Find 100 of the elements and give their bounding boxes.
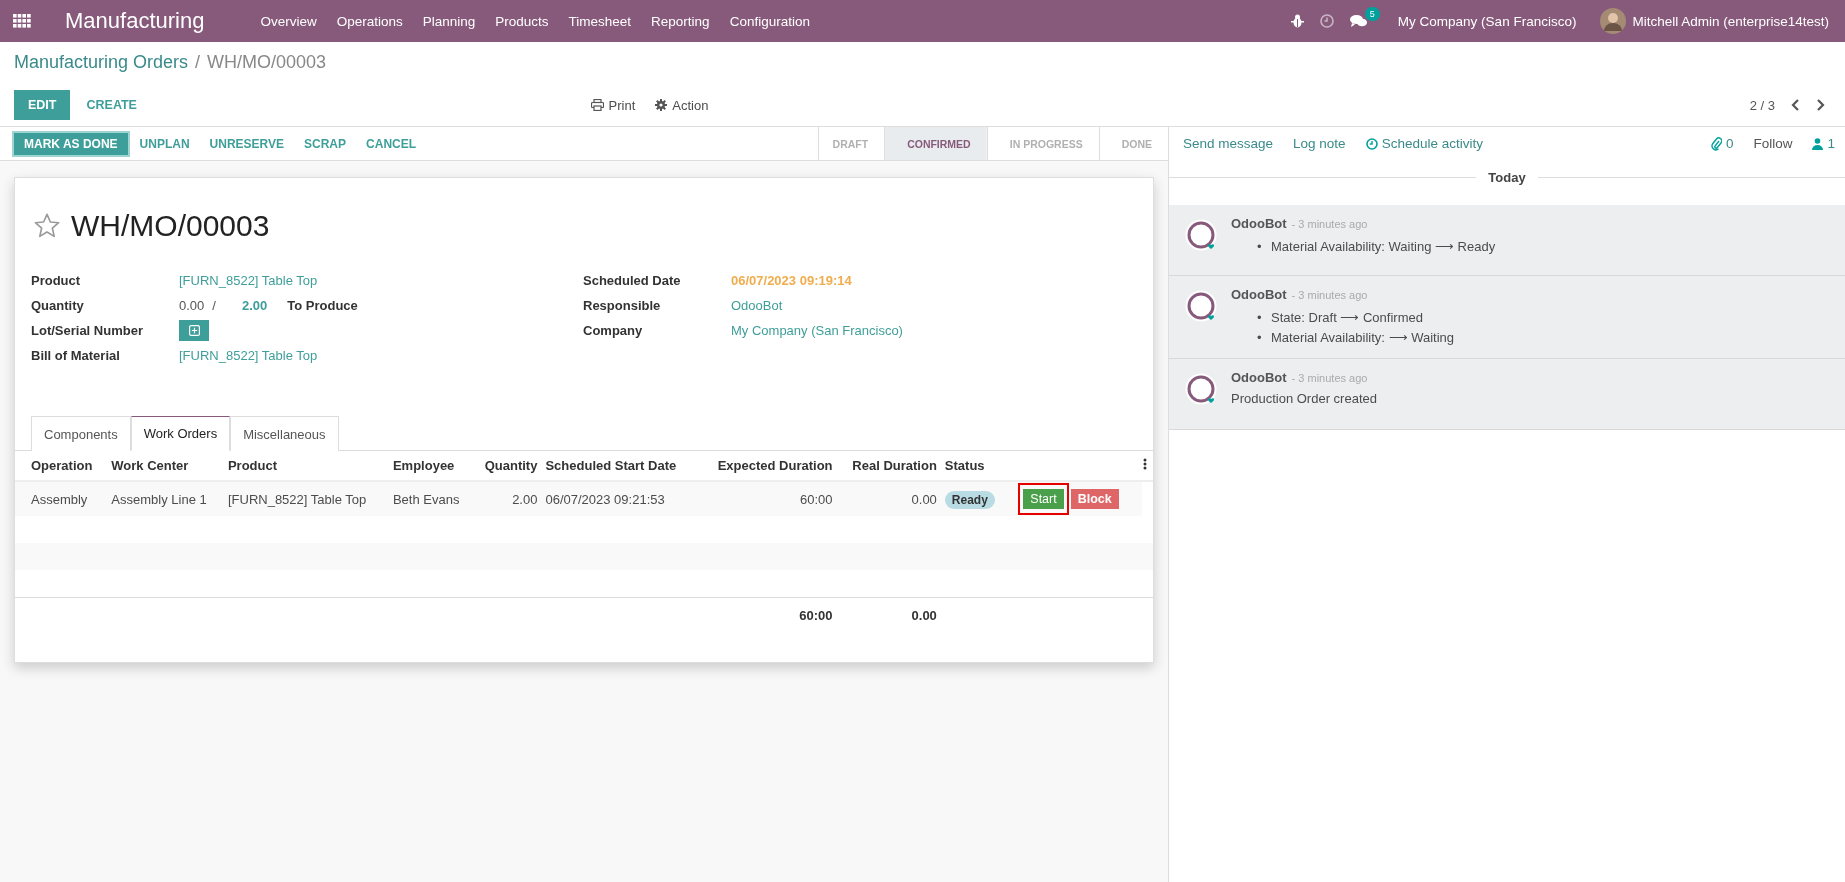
- attachments-button[interactable]: 0: [1710, 136, 1734, 151]
- field-label: Quantity: [31, 298, 85, 313]
- log-note-button[interactable]: Log note: [1293, 136, 1346, 151]
- table-cell: Assembly: [31, 491, 88, 507]
- notebook-tab[interactable]: Work Orders: [130, 416, 231, 451]
- table-cell: 0.00: [911, 491, 937, 507]
- edit-button[interactable]: EDIT: [14, 90, 71, 120]
- field-label: To Produce: [287, 298, 358, 313]
- nav-menu-item[interactable]: Products: [495, 13, 549, 29]
- field-value-link[interactable]: [FURN_8522] Table Top: [179, 348, 318, 363]
- chat-bubbles-icon[interactable]: [1349, 14, 1367, 28]
- send-message-button[interactable]: Send message: [1183, 136, 1274, 151]
- column-header[interactable]: Employee: [392, 458, 455, 473]
- gear-icon: [655, 99, 668, 111]
- mark-as-done-button[interactable]: MARK AS DONE: [12, 130, 130, 157]
- column-header[interactable]: Quantity: [484, 458, 538, 473]
- record-title: WH/MO/00003: [71, 209, 270, 243]
- table-cell: 06/07/2023 09:21:53: [545, 491, 665, 507]
- bot-avatar-icon: [1185, 290, 1219, 324]
- header-action-button[interactable]: SCRAP: [294, 130, 357, 157]
- block-button[interactable]: Block: [1070, 489, 1119, 509]
- header-action-button[interactable]: UNPLAN: [129, 130, 200, 157]
- quantity-produced: 0.00: [179, 298, 205, 313]
- paperclip-icon: [1710, 136, 1722, 151]
- table-cell: 60:00: [799, 491, 833, 507]
- user-avatar-icon[interactable]: [1600, 8, 1627, 34]
- tracking-change: Material Availability: ⟶ Waiting: [1271, 329, 1454, 347]
- table-cell: Beth Evans: [392, 491, 460, 507]
- message-author[interactable]: OdooBot: [1231, 216, 1287, 231]
- header-action-button[interactable]: CANCEL: [356, 130, 427, 157]
- plus-square-icon: [188, 325, 200, 336]
- next-icon[interactable]: [1816, 99, 1825, 111]
- bullet-mark: •: [1257, 329, 1262, 347]
- breadcrumb-separator: /: [195, 52, 201, 73]
- bug-icon[interactable]: [1290, 14, 1304, 28]
- column-header[interactable]: Work Center: [111, 458, 189, 473]
- print-menu[interactable]: Print: [590, 97, 636, 113]
- company-switcher[interactable]: My Company (San Francisco): [1397, 13, 1577, 29]
- nav-menu-item[interactable]: Reporting: [651, 13, 710, 29]
- column-header[interactable]: Real Duration: [852, 458, 937, 473]
- nav-menu-item[interactable]: Configuration: [729, 13, 810, 29]
- bullet-mark: •: [1257, 238, 1262, 256]
- quantity-separator: /: [212, 298, 216, 313]
- notebook-tab[interactable]: Miscellaneous: [230, 416, 339, 451]
- table-cell: 2.00: [512, 491, 538, 507]
- notebook-tab[interactable]: Components: [31, 416, 131, 451]
- apps-menu-icon[interactable]: [13, 14, 31, 28]
- app-name[interactable]: Manufacturing: [65, 8, 205, 34]
- field-value-link[interactable]: OdooBot: [731, 298, 783, 313]
- message-time: - 3 minutes ago: [1291, 218, 1368, 230]
- message-count-badge: 5: [1364, 7, 1380, 21]
- create-button[interactable]: CREATE: [72, 90, 151, 120]
- field-label: Product: [31, 273, 82, 288]
- header-action-button[interactable]: UNRESERVE: [199, 130, 295, 157]
- nav-menu-item[interactable]: Overview: [260, 13, 317, 29]
- start-button[interactable]: Start: [1023, 489, 1064, 509]
- message-time: - 3 minutes ago: [1291, 372, 1368, 384]
- field-label: Scheduled Date: [583, 273, 682, 288]
- status-stage[interactable]: CONFIRMED: [884, 127, 987, 160]
- bot-avatar-icon: [1185, 219, 1219, 253]
- field-label: Company: [583, 323, 644, 338]
- column-header[interactable]: Product: [227, 458, 278, 473]
- follow-button[interactable]: Follow: [1753, 136, 1793, 151]
- total-value: 60:00: [799, 607, 833, 623]
- column-header[interactable]: Operation: [31, 458, 93, 473]
- field-value-link[interactable]: [FURN_8522] Table Top: [179, 273, 318, 288]
- nav-menu-item[interactable]: Operations: [336, 13, 403, 29]
- column-options-icon[interactable]: [1143, 458, 1147, 470]
- clock-icon: [1365, 137, 1378, 150]
- action-menu[interactable]: Action: [655, 97, 709, 113]
- total-value: 0.00: [911, 607, 937, 623]
- nav-menu-item[interactable]: Timesheet: [568, 13, 632, 29]
- clock-icon[interactable]: [1319, 14, 1334, 28]
- field-label: Bill of Material: [31, 348, 121, 363]
- nav-menu-item[interactable]: Planning: [422, 13, 476, 29]
- user-menu[interactable]: Mitchell Admin (enterprise14test): [1632, 13, 1829, 29]
- tracking-change: Material Availability: Waiting ⟶ Ready: [1271, 238, 1496, 256]
- scheduled-date-value: 06/07/2023 09:19:14: [731, 273, 852, 288]
- column-header[interactable]: Expected Duration: [717, 458, 833, 473]
- add-lot-button[interactable]: [179, 320, 209, 341]
- field-value-link[interactable]: My Company (San Francisco): [731, 323, 903, 338]
- tracking-change: State: Draft ⟶ Confirmed: [1271, 309, 1423, 327]
- breadcrumb-link[interactable]: Manufacturing Orders: [14, 52, 189, 73]
- star-icon[interactable]: [33, 212, 61, 240]
- schedule-activity-button[interactable]: Schedule activity: [1365, 136, 1483, 151]
- status-badge: Ready: [944, 490, 995, 509]
- message-author[interactable]: OdooBot: [1231, 287, 1287, 302]
- bullet-mark: •: [1257, 309, 1262, 327]
- table-cell: Assembly Line 1: [111, 491, 207, 507]
- message-author[interactable]: OdooBot: [1231, 370, 1287, 385]
- bot-avatar-icon: [1185, 373, 1219, 407]
- column-header[interactable]: Scheduled Start Date: [545, 458, 677, 473]
- breadcrumb-current: WH/MO/00003: [207, 52, 327, 73]
- previous-icon[interactable]: [1791, 99, 1800, 111]
- message-text: Production Order created: [1231, 391, 1377, 406]
- pager-value: 2 / 3: [1749, 97, 1775, 113]
- followers-button[interactable]: 1: [1812, 136, 1835, 151]
- field-label: Responsible: [583, 298, 662, 313]
- message-time: - 3 minutes ago: [1291, 289, 1368, 301]
- column-header[interactable]: Status: [944, 458, 985, 473]
